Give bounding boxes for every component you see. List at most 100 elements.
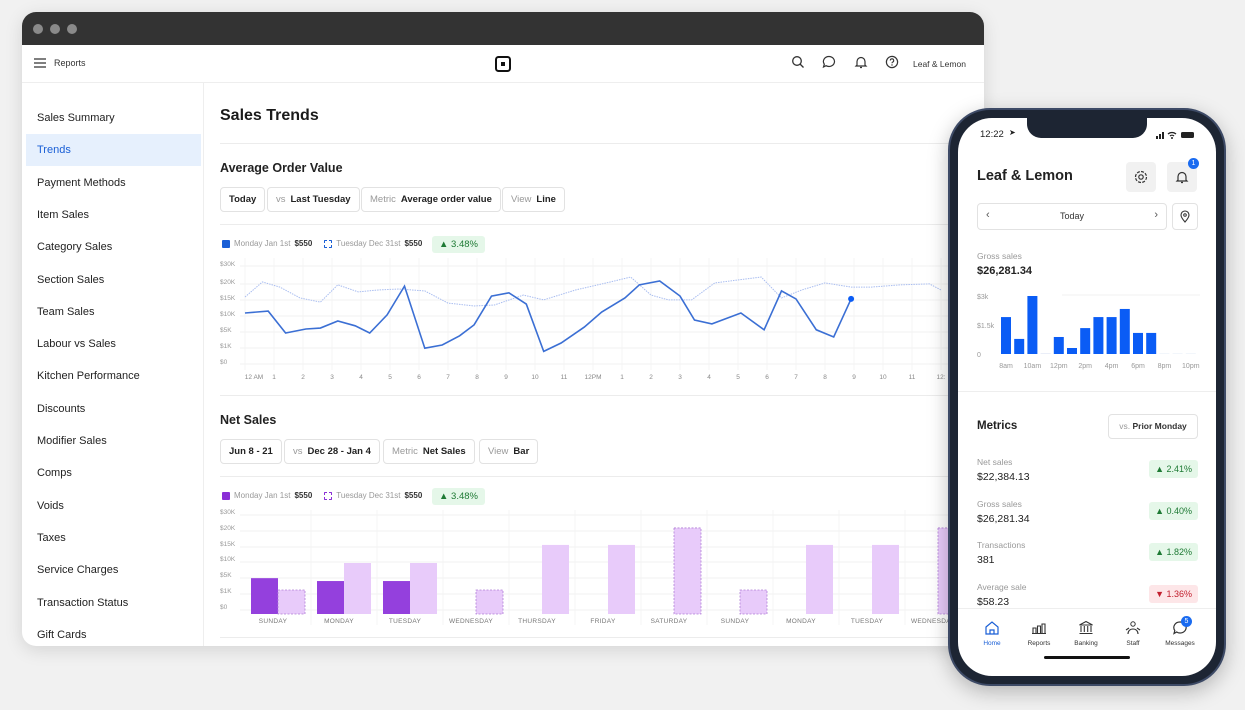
bank-icon <box>1079 620 1093 635</box>
staff-icon <box>1125 621 1141 635</box>
x-tick-label: 2 <box>649 374 653 381</box>
reports-icon <box>1032 623 1046 635</box>
x-tick-label: 8 <box>475 374 479 381</box>
x-tick-label: 9 <box>504 374 508 381</box>
bar-primary[interactable] <box>317 581 344 614</box>
bar[interactable] <box>1172 353 1183 354</box>
metric-change-badge: ▲ 0.40% <box>1149 501 1198 520</box>
bar[interactable] <box>1159 353 1170 354</box>
x-tick-label: 6 <box>417 374 421 381</box>
bar-compare[interactable] <box>608 544 635 614</box>
home-icon <box>985 621 999 635</box>
metric-label: Transactions <box>977 540 1026 551</box>
y-tick-label: $1K <box>220 588 232 595</box>
bar-compare[interactable] <box>872 544 899 614</box>
x-tick-label: 7 <box>794 374 798 381</box>
x-tick-label: 4 <box>707 374 711 381</box>
metrics-title: Metrics <box>977 420 1018 432</box>
compare-selector[interactable]: vs. Prior Monday <box>1108 414 1198 439</box>
tab-reports[interactable]: Reports <box>1014 620 1064 647</box>
y-tick-label: $15K <box>220 295 236 302</box>
x-tick-label: 10 <box>531 374 539 381</box>
x-tick-label: 4 <box>359 374 363 381</box>
divider <box>958 608 1216 609</box>
x-tick-label: 12: <box>936 374 945 381</box>
metric-value: $22,384.13 <box>977 471 1030 483</box>
bar[interactable] <box>1093 317 1104 354</box>
bar[interactable] <box>1067 348 1077 354</box>
tab-label: Messages <box>1165 640 1195 647</box>
x-tick-label: 11 <box>909 374 916 381</box>
metric-change-badge: ▲ 1.82% <box>1149 543 1198 562</box>
bar[interactable] <box>1119 308 1130 354</box>
y-tick-label: $20K <box>220 525 236 532</box>
metric-value: 381 <box>977 554 995 567</box>
current-point-marker[interactable] <box>848 295 855 302</box>
y-tick-label: $1K <box>220 343 232 350</box>
bar[interactable] <box>1014 338 1025 354</box>
y-tick-label: $0 <box>220 604 228 611</box>
y-tick-label: $30K <box>220 261 236 268</box>
x-tick-label: TUESDAY <box>851 618 884 625</box>
x-tick-label: 1 <box>272 374 276 381</box>
x-tick-label: SUNDAY <box>721 618 750 625</box>
desktop-charts: $30K $20K $15K $10K $5K $1K $0 12 AM 1 2 3 4 5 6 7 8 9 10… <box>220 258 972 625</box>
bar-compare[interactable] <box>673 527 702 615</box>
y-tick-label: $3k <box>977 294 989 301</box>
tab-label: Reports <box>1027 640 1051 647</box>
bar-compare[interactable] <box>542 544 569 614</box>
bar-compare[interactable] <box>739 589 768 615</box>
bar[interactable] <box>1106 317 1117 354</box>
x-tick-label: TUESDAY <box>389 618 422 625</box>
y-tick-label: $1.5k <box>977 323 995 330</box>
y-tick-label: $20K <box>220 279 236 286</box>
tab-messages[interactable]: Messages <box>1155 620 1205 647</box>
bar-compare[interactable] <box>806 544 833 614</box>
x-tick-label: 7 <box>446 374 450 381</box>
bar[interactable] <box>1027 296 1038 354</box>
tab-home[interactable]: Home <box>967 620 1017 647</box>
x-tick-label: 10am <box>1024 363 1042 370</box>
bar[interactable] <box>1080 328 1091 354</box>
x-tick-label: WEDNESDAY <box>449 618 493 625</box>
metric-change-badge: ▲ 2.41% <box>1149 460 1198 478</box>
x-tick-label: SATURDAY <box>651 618 688 625</box>
compare-key: vs. <box>1119 421 1131 431</box>
bar-primary[interactable] <box>383 581 410 614</box>
x-tick-label: 4pm <box>1105 363 1119 370</box>
bar-compare[interactable] <box>344 563 371 614</box>
x-tick-label: 2 <box>301 374 305 381</box>
bar-primary[interactable] <box>251 578 278 614</box>
phone-device: 12:22 ➤ Leaf & Lemon 1 ‹ Today › Gross s… <box>948 108 1226 686</box>
tab-label: Staff <box>1126 640 1140 647</box>
x-tick-label: 6 <box>765 374 769 381</box>
metric-label: Gross sales <box>977 498 1022 509</box>
bar-compare[interactable] <box>277 589 306 615</box>
desktop-window: Reports Leaf & Lemon Sales Summary Trends… <box>22 12 984 646</box>
tab-banking[interactable]: Banking <box>1061 620 1111 647</box>
y-tick-label: $5K <box>220 572 232 579</box>
x-tick-label: 11 <box>561 374 568 381</box>
bar[interactable] <box>1040 353 1051 354</box>
bar[interactable] <box>1001 317 1011 354</box>
bar[interactable] <box>1053 336 1064 354</box>
messages-badge: 5 <box>1181 616 1192 627</box>
bar-compare[interactable] <box>475 589 504 615</box>
metric-label: Net sales <box>977 457 1013 467</box>
y-tick-label: $15K <box>220 541 236 548</box>
bar-compare[interactable] <box>410 563 437 614</box>
divider <box>958 391 1216 392</box>
bar[interactable] <box>1146 332 1157 354</box>
x-tick-label: 8am <box>999 363 1013 370</box>
compare-value: Prior Monday <box>1132 421 1187 431</box>
x-tick-label: 6pm <box>1131 363 1145 370</box>
bar[interactable] <box>1133 332 1143 354</box>
x-tick-label: 5 <box>736 374 740 381</box>
x-tick-label: 8pm <box>1158 363 1172 370</box>
tab-staff[interactable]: Staff <box>1108 620 1158 647</box>
bar[interactable] <box>1185 353 1196 354</box>
x-tick-label: SUNDAY <box>259 618 288 625</box>
y-tick-label: $0 <box>220 359 228 366</box>
x-tick-label: 5 <box>388 374 392 381</box>
y-tick-label: $30K <box>220 509 236 516</box>
